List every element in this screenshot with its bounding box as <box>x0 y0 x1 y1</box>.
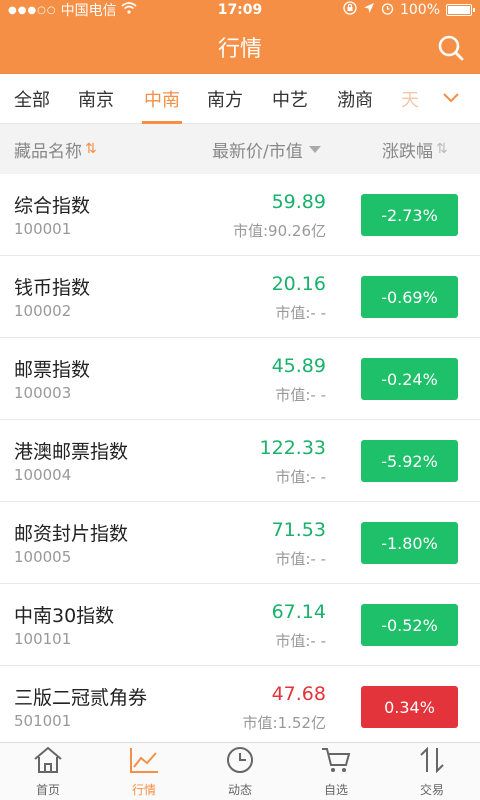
item-name: 港澳邮票指数 <box>14 441 129 463</box>
nav-label: 动态 <box>227 783 252 797</box>
tab-boshang[interactable]: 渤商 <box>337 74 373 124</box>
search-icon[interactable] <box>436 33 466 63</box>
item-price: 45.89 <box>271 355 326 377</box>
item-price: 59.89 <box>271 191 326 213</box>
nav-label: 行情 <box>131 783 156 797</box>
battery-icon <box>446 4 475 16</box>
title-bar: 行情 <box>0 20 480 74</box>
item-price: 71.53 <box>271 519 326 541</box>
nav-news[interactable]: 动态 <box>192 743 288 800</box>
item-market-cap: 市值:- - <box>275 550 326 568</box>
column-change-label: 涨跌幅 <box>382 141 433 162</box>
nav-watchlist[interactable]: 自选 <box>288 743 384 800</box>
tab-zhongyi[interactable]: 中艺 <box>272 74 308 124</box>
tab-label: 渤商 <box>337 89 373 111</box>
item-name: 邮票指数 <box>14 359 91 381</box>
change-badge: -0.69% <box>361 276 458 318</box>
list-item[interactable]: 邮资封片指数 100005 71.53 市值:- - -1.80% <box>0 502 480 584</box>
sort-icon: ⇅ <box>436 141 448 157</box>
tab-all[interactable]: 全部 <box>14 74 50 124</box>
clock-icon <box>224 745 256 778</box>
list-item[interactable]: 三版二冠贰角券 501001 47.68 市值:1.52亿 0.34% <box>0 666 480 742</box>
tab-tian[interactable]: 天 <box>401 74 419 124</box>
item-market-cap: 市值:1.52亿 <box>242 714 326 732</box>
item-name: 中南30指数 <box>14 605 115 627</box>
item-code: 100003 <box>14 384 72 402</box>
alarm-icon <box>381 2 394 19</box>
item-name: 钱币指数 <box>14 277 91 299</box>
nav-label: 首页 <box>35 783 60 797</box>
item-code: 100001 <box>14 220 72 238</box>
carrier-label: 中国电信 <box>60 3 117 19</box>
change-badge: -2.73% <box>361 194 458 236</box>
nav-market[interactable]: 行情 <box>96 743 192 800</box>
tab-label: 中艺 <box>272 89 308 111</box>
tab-label: 南京 <box>78 89 114 111</box>
tab-label: 天 <box>401 89 419 111</box>
quote-list: 综合指数 100001 59.89 市值:90.26亿 -2.73% 钱币指数 … <box>0 174 480 742</box>
item-name: 综合指数 <box>14 195 91 217</box>
change-badge: -5.92% <box>361 440 458 482</box>
tab-label: 南方 <box>207 89 243 111</box>
market-tabs: 全部 南京 中南 南方 中艺 渤商 天 <box>0 74 480 124</box>
tab-label: 中南 <box>144 89 180 111</box>
item-code: 100005 <box>14 548 72 566</box>
tab-label: 全部 <box>14 89 50 111</box>
caret-down-icon <box>308 145 321 153</box>
item-price: 47.68 <box>271 683 326 705</box>
nav-label: 自选 <box>323 783 348 797</box>
sort-by-price[interactable]: 最新价/市值 <box>212 137 321 162</box>
list-item[interactable]: 中南30指数 100101 67.14 市值:- - -0.52% <box>0 584 480 666</box>
change-badge: -0.24% <box>361 358 458 400</box>
list-item[interactable]: 综合指数 100001 59.89 市值:90.26亿 -2.73% <box>0 174 480 256</box>
item-name: 三版二冠贰角券 <box>14 687 148 709</box>
item-market-cap: 市值:- - <box>275 632 326 650</box>
battery-percent: 100% <box>399 2 440 18</box>
item-market-cap: 市值:- - <box>275 468 326 486</box>
signal-icon: ●●●○○ <box>8 4 57 16</box>
nav-home[interactable]: 首页 <box>0 743 96 800</box>
item-code: 100004 <box>14 466 72 484</box>
item-market-cap: 市值:- - <box>275 386 326 404</box>
rotation-lock-icon <box>343 1 357 19</box>
list-item[interactable]: 邮票指数 100003 45.89 市值:- - -0.24% <box>0 338 480 420</box>
nav-trade[interactable]: 交易 <box>384 743 480 800</box>
chevron-down-icon[interactable] <box>442 89 460 107</box>
cart-icon <box>320 745 352 778</box>
item-market-cap: 市值:- - <box>275 304 326 322</box>
item-price: 122.33 <box>259 437 326 459</box>
tab-nanfang[interactable]: 南方 <box>207 74 243 124</box>
status-bar: ●●●○○ 中国电信 17:09 100% <box>0 0 480 20</box>
chart-icon <box>128 745 160 778</box>
item-code: 501001 <box>14 712 72 730</box>
item-code: 100101 <box>14 630 72 648</box>
column-price-label: 最新价/市值 <box>212 141 303 162</box>
column-header: 藏品名称 ⇅ 最新价/市值 涨跌幅 ⇅ <box>0 124 480 174</box>
tab-nanjing[interactable]: 南京 <box>78 74 114 124</box>
item-code: 100002 <box>14 302 72 320</box>
tab-zhongnan[interactable]: 中南 <box>142 74 182 124</box>
bottom-nav: 首页 行情 动态 自选 交易 <box>0 742 480 800</box>
item-name: 邮资封片指数 <box>14 523 129 545</box>
exchange-icon <box>416 745 448 778</box>
location-icon <box>363 2 375 18</box>
list-item[interactable]: 钱币指数 100002 20.16 市值:- - -0.69% <box>0 256 480 338</box>
change-badge: -1.80% <box>361 522 458 564</box>
sort-icon: ⇅ <box>85 141 97 157</box>
column-name-label: 藏品名称 <box>14 141 82 162</box>
item-price: 67.14 <box>271 601 326 623</box>
wifi-icon <box>121 2 137 18</box>
change-badge: 0.34% <box>361 686 458 728</box>
item-price: 20.16 <box>271 273 326 295</box>
home-icon <box>32 745 64 778</box>
status-time: 17:09 <box>217 2 263 18</box>
sort-by-name[interactable]: 藏品名称 ⇅ <box>14 137 97 162</box>
item-market-cap: 市值:90.26亿 <box>233 222 326 240</box>
list-item[interactable]: 港澳邮票指数 100004 122.33 市值:- - -5.92% <box>0 420 480 502</box>
sort-by-change[interactable]: 涨跌幅 ⇅ <box>382 137 448 162</box>
nav-label: 交易 <box>419 783 444 797</box>
change-badge: -0.52% <box>361 604 458 646</box>
page-title: 行情 <box>217 37 262 62</box>
